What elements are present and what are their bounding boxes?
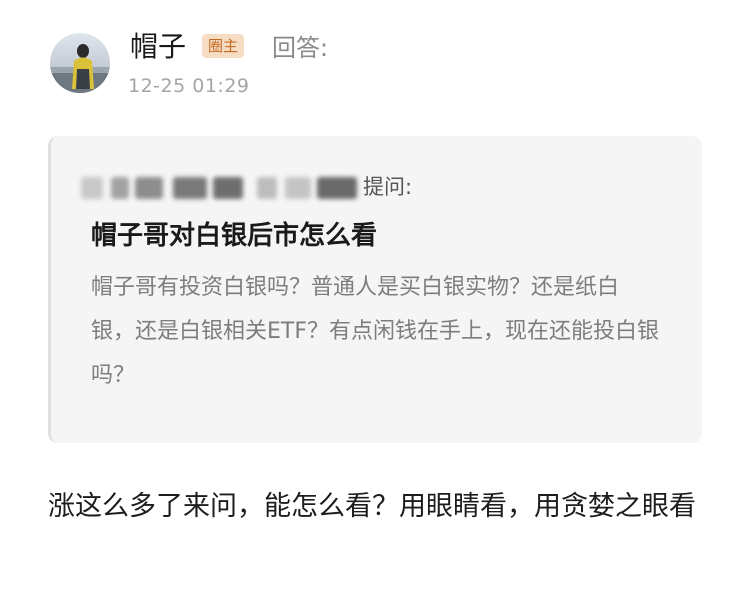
answer-text: 涨这么多了来问，能怎么看？用眼睛看，用贪婪之眼看 xyxy=(48,491,696,522)
author-name[interactable]: 帽子 xyxy=(130,30,186,64)
author-avatar[interactable] xyxy=(50,33,110,93)
asker-name-redacted xyxy=(81,177,363,199)
owner-badge: 圈主 xyxy=(202,34,245,58)
question-title: 帽子哥对白银后市怎么看 xyxy=(91,221,378,251)
question-body: 帽子哥有投资白银吗？普通人是买白银实物？还是纸白银，还是白银相关ETF？有点闲钱… xyxy=(91,275,659,388)
answer-action-label: 回答: xyxy=(272,34,329,62)
post-header: 帽子 圈主 回答: 12-25 01:29 xyxy=(50,30,710,100)
post-timestamp: 12-25 01:29 xyxy=(128,75,250,97)
person-photo-icon xyxy=(50,44,110,93)
asked-label: 提问: xyxy=(363,175,413,199)
question-card[interactable]: 提问: 帽子哥对白银后市怎么看 帽子哥有投资白银吗？普通人是买白银实物？还是纸白… xyxy=(48,136,702,443)
